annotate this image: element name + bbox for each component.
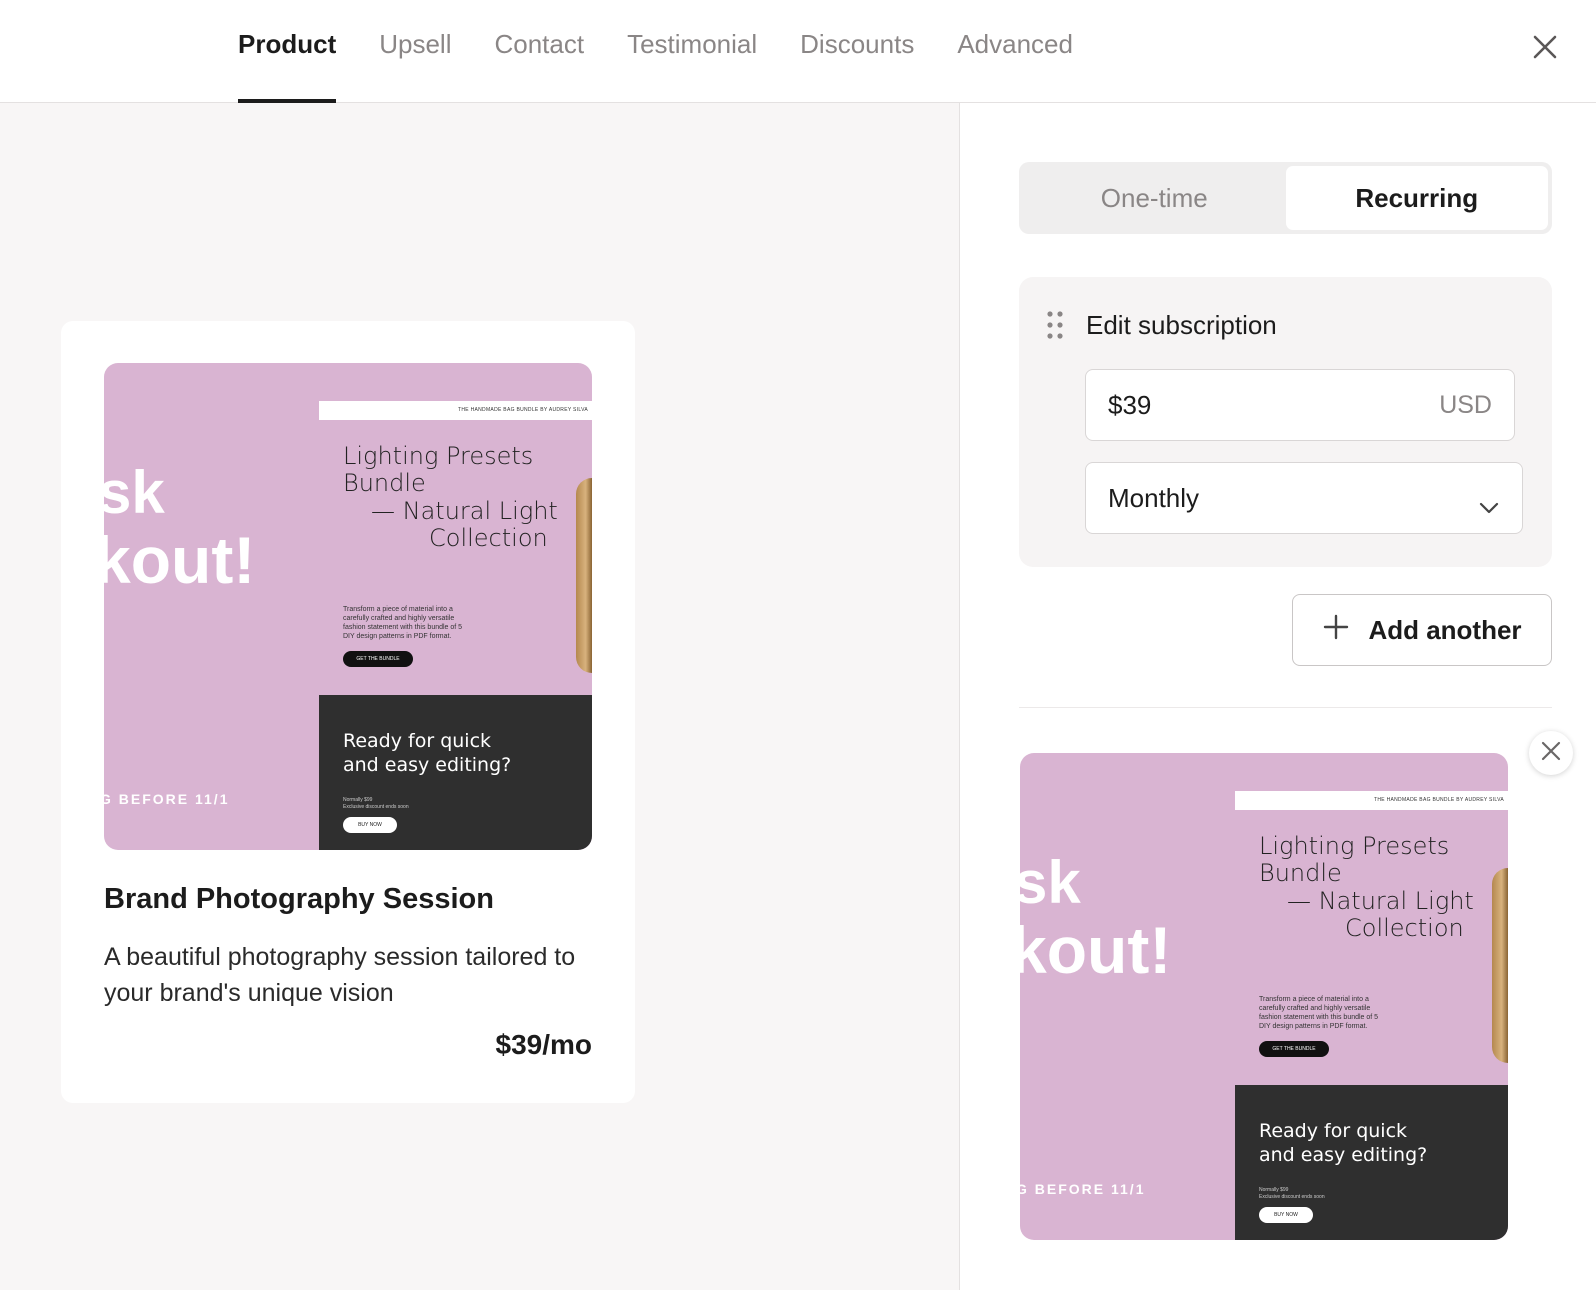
product-image: sk kout! G BEFORE 11/1 THE HANDMADE BAG …: [104, 363, 592, 850]
tab-advanced[interactable]: Advanced: [957, 0, 1073, 103]
interval-select[interactable]: Monthly: [1085, 462, 1523, 534]
product-price: $39/mo: [495, 1029, 593, 1060]
image-big-text-2: kout!: [1020, 913, 1172, 987]
image-dark-heading-1: Ready for quick: [343, 730, 492, 752]
image-heading-1: Lighting Presets: [1259, 832, 1450, 860]
image-page-header: THE HANDMADE BAG BUNDLE BY AUDREY SILVA: [1235, 791, 1508, 810]
image-dark-heading-2: and easy editing?: [1259, 1144, 1428, 1166]
image-small-4: DIY design patterns in PDF format.: [1259, 1023, 1368, 1030]
tab-product[interactable]: Product: [238, 0, 337, 103]
image-page: THE HANDMADE BAG BUNDLE BY AUDREY SILVA …: [1235, 791, 1508, 1240]
one-time-option[interactable]: One-time: [1023, 166, 1286, 230]
image-small-3: fashion statement with this bundle of 5: [343, 624, 463, 631]
image-pill: GET THE BUNDLE: [343, 651, 413, 667]
image-big-text-1: sk: [1020, 849, 1081, 916]
product-description: A beautiful photography session tailored…: [104, 943, 576, 1007]
image-dark-small-1: Normally $99: [343, 797, 373, 803]
image-dark-section: Ready for quick and easy editing? Normal…: [1235, 1085, 1508, 1240]
image-page-header-text: THE HANDMADE BAG BUNDLE BY AUDREY SILVA: [458, 407, 588, 413]
interval-value: Monthly: [1108, 482, 1200, 513]
close-icon: [1539, 739, 1563, 768]
image-small-1: Transform a piece of material into a: [343, 606, 453, 613]
image-heading-3: — Natural Light: [371, 497, 558, 525]
image-page-header: THE HANDMADE BAG BUNDLE BY AUDREY SILVA: [319, 401, 592, 420]
image-before-text: G BEFORE 11/1: [104, 791, 230, 807]
pricing-type-toggle: One-time Recurring: [1019, 162, 1552, 234]
image-dark-small-1: Normally $99: [1259, 1187, 1289, 1193]
product-title: Brand Photography Session: [104, 883, 494, 915]
image-heading-2: Bundle: [1259, 859, 1342, 887]
drag-handle-icon[interactable]: [1046, 310, 1064, 340]
tab-upsell[interactable]: Upsell: [379, 0, 451, 103]
image-heading-3: — Natural Light: [1287, 887, 1474, 915]
recurring-option[interactable]: Recurring: [1285, 166, 1548, 230]
image-dark-small-2: Exclusive discount ends soon: [1259, 1194, 1325, 1200]
image-dark-pill: BUY NOW: [1259, 1207, 1313, 1223]
product-card: sk kout! G BEFORE 11/1 THE HANDMADE BAG …: [61, 321, 635, 1103]
tab-contact[interactable]: Contact: [494, 0, 584, 103]
subscription-label: Edit subscription: [1086, 310, 1277, 340]
subscription-editor: Edit subscription $39 USD Monthly: [1019, 277, 1552, 567]
top-nav: Product Upsell Contact Testimonial Disco…: [0, 0, 1596, 103]
image-dark-pill: BUY NOW: [343, 817, 397, 833]
divider: [1019, 707, 1552, 708]
uploaded-image: sk kout! G BEFORE 11/1 THE HANDMADE BAG …: [1020, 753, 1508, 1240]
image-dark-small-2: Exclusive discount ends soon: [343, 804, 409, 810]
image-dark-heading-2: and easy editing?: [343, 754, 512, 776]
preview-panel: sk kout! G BEFORE 11/1 THE HANDMADE BAG …: [0, 103, 960, 1290]
remove-image-button[interactable]: [1529, 731, 1573, 775]
image-small-1: Transform a piece of material into a: [1259, 996, 1369, 1003]
image-arch: [1492, 868, 1508, 1063]
currency-label: USD: [1439, 390, 1492, 419]
add-another-label: Add another: [1368, 614, 1522, 645]
image-small-3: fashion statement with this bundle of 5: [1259, 1014, 1379, 1021]
settings-panel: One-time Recurring Edit subscription $39…: [961, 103, 1596, 1290]
close-icon[interactable]: [1528, 30, 1562, 64]
tab-list: Product Upsell Contact Testimonial Disco…: [238, 0, 1116, 103]
image-heading-1: Lighting Presets: [343, 442, 534, 470]
image-page-header-text: THE HANDMADE BAG BUNDLE BY AUDREY SILVA: [1374, 797, 1504, 803]
image-pill: GET THE BUNDLE: [1259, 1041, 1329, 1057]
plus-icon: [1322, 613, 1350, 648]
image-before-text: G BEFORE 11/1: [1020, 1181, 1146, 1197]
image-page: THE HANDMADE BAG BUNDLE BY AUDREY SILVA …: [319, 401, 592, 850]
image-small-2: carefully crafted and highly versatile: [1259, 1005, 1371, 1012]
image-dark-section: Ready for quick and easy editing? Normal…: [319, 695, 592, 850]
image-small-2: carefully crafted and highly versatile: [343, 615, 455, 622]
chevron-down-icon: [1478, 491, 1500, 514]
image-arch: [576, 478, 592, 673]
image-big-text-2: kout!: [104, 523, 256, 597]
image-heading-4: Collection: [429, 524, 548, 552]
price-value: $39: [1108, 389, 1152, 420]
image-heading-4: Collection: [1345, 914, 1464, 942]
add-another-button[interactable]: Add another: [1292, 594, 1552, 666]
image-dark-heading-1: Ready for quick: [1259, 1120, 1408, 1142]
image-small-4: DIY design patterns in PDF format.: [343, 633, 452, 640]
tab-discounts[interactable]: Discounts: [800, 0, 914, 103]
tab-testimonial[interactable]: Testimonial: [627, 0, 757, 103]
image-heading-2: Bundle: [343, 469, 426, 497]
image-big-text-1: sk: [104, 459, 165, 526]
price-input[interactable]: $39 USD: [1085, 369, 1515, 441]
